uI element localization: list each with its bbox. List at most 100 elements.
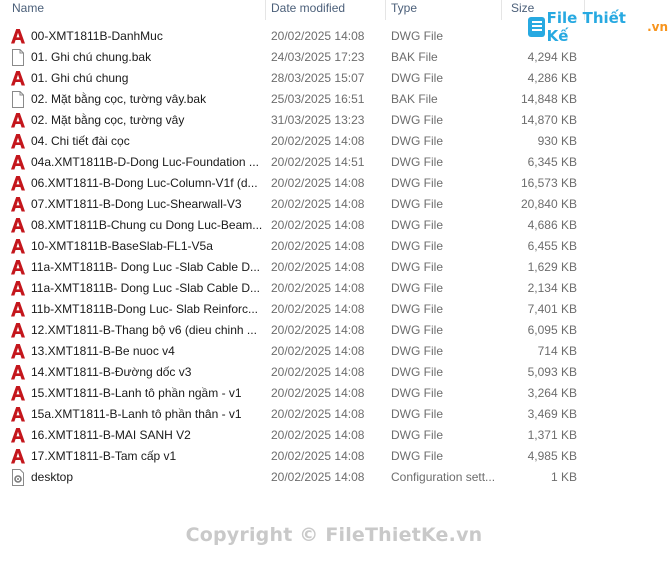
dwg-icon (10, 70, 26, 87)
file-row[interactable]: 01. Ghi chú chung 28/03/2025 15:07 DWG Fil… (0, 68, 668, 89)
file-name: 11b-XMT1811B-Dong Luc- Slab Reinforc... (31, 302, 258, 316)
dwg-icon (10, 154, 26, 171)
file-row[interactable]: 10-XMT1811B-BaseSlab-FL1-V5a 20/02/2025 1… (0, 236, 668, 257)
file-row[interactable]: 04. Chi tiết đài cọc 20/02/2025 14:08 DWG … (0, 131, 668, 152)
file-date-modified: 24/03/2025 17:23 (271, 50, 365, 64)
file-size: 2,134 KB (527, 281, 577, 295)
file-row[interactable]: 13.XMT1811-B-Be nuoc v4 20/02/2025 14:08 D… (0, 341, 668, 362)
file-name: 10-XMT1811B-BaseSlab-FL1-V5a (31, 239, 213, 253)
dwg-icon (10, 385, 26, 402)
file-size: 6,095 KB (527, 323, 577, 337)
file-row[interactable]: 07.XMT1811-B-Dong Luc-Shearwall-V3 20/02/… (0, 194, 668, 215)
file-date-modified: 20/02/2025 14:08 (271, 197, 365, 211)
file-size: 1 KB (550, 470, 577, 484)
column-header-type[interactable]: Type (387, 0, 499, 20)
file-row[interactable]: 02. Mặt bằng cọc, tường vây 31/03/2025 13… (0, 110, 668, 131)
file-date-modified: 20/02/2025 14:08 (271, 386, 365, 400)
file-name: 02. Mặt bằng cọc, tường vây.bak (31, 92, 207, 106)
file-row[interactable]: 06.XMT1811-B-Dong Luc-Column-V1f (d... 20… (0, 173, 668, 194)
file-size: 4,985 KB (527, 449, 577, 463)
file-size: 6,345 KB (527, 155, 577, 169)
file-size: 930 KB (537, 134, 577, 148)
file-date-modified: 20/02/2025 14:08 (271, 218, 365, 232)
file-type: DWG File (391, 281, 443, 295)
file-name: 13.XMT1811-B-Be nuoc v4 (31, 344, 175, 358)
file-date-modified: 20/02/2025 14:08 (271, 281, 365, 295)
dwg-icon (10, 364, 26, 381)
file-name: 06.XMT1811-B-Dong Luc-Column-V1f (d... (31, 176, 258, 190)
file-name: 15.XMT1811-B-Lanh tô phần ngầm - v1 (31, 386, 242, 400)
file-date-modified: 20/02/2025 14:08 (271, 428, 365, 442)
dwg-icon (10, 175, 26, 192)
file-row[interactable]: desktop 20/02/2025 14:08 Configuration set… (0, 467, 668, 488)
file-row[interactable]: 15.XMT1811-B-Lanh tô phần ngầm - v1 20/02… (0, 383, 668, 404)
column-divider[interactable] (385, 0, 386, 20)
file-name: 12.XMT1811-B-Thang bộ v6 (dieu chinh ... (31, 323, 257, 337)
file-type: DWG File (391, 134, 443, 148)
file-type: DWG File (391, 407, 443, 421)
column-divider[interactable] (265, 0, 266, 20)
file-type: DWG File (391, 449, 443, 463)
file-date-modified: 31/03/2025 13:23 (271, 113, 365, 127)
file-date-modified: 20/02/2025 14:08 (271, 365, 365, 379)
file-row[interactable]: 08.XMT1811B-Chung cu Dong Luc-Beam... 20/… (0, 215, 668, 236)
file-icon (10, 91, 26, 108)
file-type: DWG File (391, 260, 443, 274)
file-date-modified: 20/02/2025 14:08 (271, 407, 365, 421)
file-row[interactable]: 14.XMT1811-B-Đường dốc v3 20/02/2025 14:0… (0, 362, 668, 383)
file-type: BAK File (391, 50, 438, 64)
dwg-icon (10, 406, 26, 423)
logo-mark-icon (528, 17, 545, 37)
file-size: 3,264 KB (527, 386, 577, 400)
dwg-icon (10, 280, 26, 297)
dwg-icon (10, 217, 26, 234)
file-name: 04a.XMT1811B-D-Dong Luc-Foundation ... (31, 155, 259, 169)
file-size: 5,093 KB (527, 365, 577, 379)
dwg-icon (10, 343, 26, 360)
file-icon (10, 49, 26, 66)
dwg-icon (10, 301, 26, 318)
dwg-icon (10, 112, 26, 129)
file-row[interactable]: 15a.XMT1811-B-Lanh tô phần thân - v1 20/0… (0, 404, 668, 425)
file-date-modified: 25/03/2025 16:51 (271, 92, 365, 106)
file-size: 7,401 KB (527, 302, 577, 316)
column-header-date-modified[interactable]: Date modified (267, 0, 383, 20)
file-date-modified: 20/02/2025 14:08 (271, 302, 365, 316)
dwg-icon (10, 133, 26, 150)
file-size: 4,686 KB (527, 218, 577, 232)
file-date-modified: 20/02/2025 14:08 (271, 134, 365, 148)
file-size: 16,573 KB (520, 176, 577, 190)
file-row[interactable]: 16.XMT1811-B-MAI SANH V2 20/02/2025 14:08… (0, 425, 668, 446)
file-row[interactable]: 11a-XMT1811B- Dong Luc -Slab Cable D... 2… (0, 278, 668, 299)
column-header-name[interactable]: Name (8, 0, 263, 20)
file-row[interactable]: 04a.XMT1811B-D-Dong Luc-Foundation ... 20… (0, 152, 668, 173)
file-row[interactable]: 01. Ghi chú chung.bak 24/03/2025 17:23 BAK… (0, 47, 668, 68)
file-name: 01. Ghi chú chung (31, 71, 129, 85)
file-type: DWG File (391, 302, 443, 316)
logo-suffix: .vn (647, 20, 668, 34)
file-type: DWG File (391, 155, 443, 169)
file-date-modified: 20/02/2025 14:08 (271, 470, 365, 484)
file-type: DWG File (391, 428, 443, 442)
file-size: 14,848 KB (520, 92, 577, 106)
file-size: 4,286 KB (527, 71, 577, 85)
file-row[interactable]: 11b-XMT1811B-Dong Luc- Slab Reinforc... 2… (0, 299, 668, 320)
file-type: DWG File (391, 71, 443, 85)
file-name: 16.XMT1811-B-MAI SANH V2 (31, 428, 191, 442)
file-name: desktop (31, 470, 74, 484)
file-type: BAK File (391, 92, 438, 106)
file-row[interactable]: 12.XMT1811-B-Thang bộ v6 (dieu chinh ...… (0, 320, 668, 341)
file-date-modified: 20/02/2025 14:08 (271, 344, 365, 358)
file-row[interactable]: 17.XMT1811-B-Tam cấp v1 20/02/2025 14:08 D… (0, 446, 668, 467)
file-row[interactable]: 02. Mặt bằng cọc, tường vây.bak 25/03/202… (0, 89, 668, 110)
column-divider[interactable] (501, 0, 502, 20)
file-name: 11a-XMT1811B- Dong Luc -Slab Cable D... (31, 281, 261, 295)
file-date-modified: 20/02/2025 14:08 (271, 260, 365, 274)
dwg-icon (10, 28, 26, 45)
dwg-icon (10, 238, 26, 255)
file-date-modified: 20/02/2025 14:08 (271, 176, 365, 190)
file-name: 15a.XMT1811-B-Lanh tô phần thân - v1 (31, 407, 242, 421)
file-row[interactable]: 11a-XMT1811B- Dong Luc -Slab Cable D... 2… (0, 257, 668, 278)
file-type: DWG File (391, 323, 443, 337)
site-logo: File Thiết Kế .vn (528, 9, 668, 45)
